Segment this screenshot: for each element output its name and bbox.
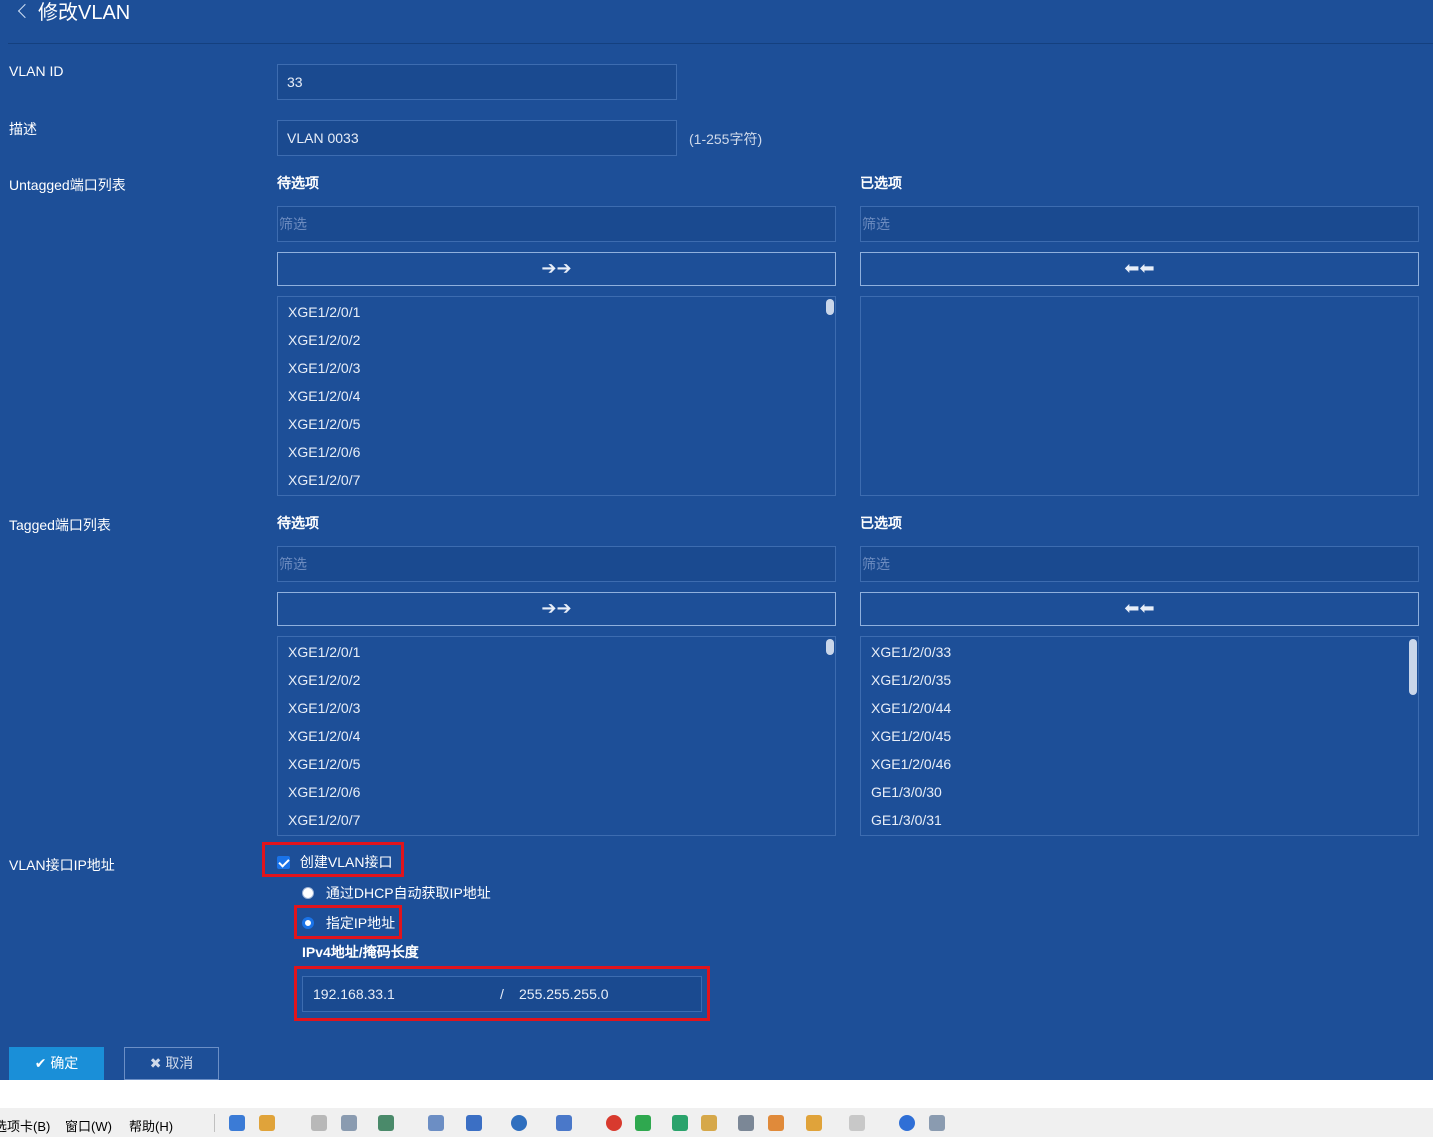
radio-unselected-icon[interactable]	[302, 887, 314, 899]
ip-address-input[interactable]: 192.168.33.1	[313, 977, 395, 1011]
add-folder-icon[interactable]	[806, 1115, 822, 1131]
scrollbar-thumb[interactable]	[1409, 639, 1417, 695]
list-item[interactable]: XGE1/2/0/35	[861, 666, 1418, 694]
header-divider	[8, 43, 1433, 44]
list-item[interactable]: GE1/3/0/31	[861, 806, 1418, 834]
list-item[interactable]: XGE1/2/0/7	[278, 806, 835, 834]
untagged-selected-filter[interactable]: 筛选	[860, 206, 1419, 242]
list-item[interactable]: XGE1/2/0/5	[278, 410, 835, 438]
static-ip-radio[interactable]: 指定IP地址	[302, 913, 395, 933]
untagged-available-header: 待选项	[277, 175, 319, 191]
description-hint: (1-255字符)	[689, 131, 763, 147]
tagged-move-right-button[interactable]: ➔➔	[277, 592, 836, 626]
pen-icon[interactable]	[768, 1115, 784, 1131]
wechat-icon[interactable]	[635, 1115, 651, 1131]
list-item[interactable]: GE1/3/0/30	[861, 778, 1418, 806]
untagged-move-right-button[interactable]: ➔➔	[277, 252, 836, 286]
grid-icon[interactable]	[849, 1115, 865, 1131]
lock-icon[interactable]	[701, 1115, 717, 1131]
close-icon: ✖	[149, 1055, 162, 1071]
list-item[interactable]: XGE1/2/0/3	[278, 694, 835, 722]
list-item[interactable]: XGE1/2/0/1	[278, 298, 835, 326]
search-icon[interactable]	[428, 1115, 444, 1131]
tagged-selected-filter[interactable]: 筛选	[860, 546, 1419, 582]
list-item[interactable]: XGE1/2/0/4	[278, 382, 835, 410]
link-icon[interactable]	[311, 1115, 327, 1131]
tagged-selected-list[interactable]: XGE1/2/0/33 XGE1/2/0/35 XGE1/2/0/44 XGE1…	[860, 636, 1419, 836]
menu-window[interactable]: 窗口(W)	[65, 1116, 112, 1135]
list-item[interactable]: XGE1/2/0/6	[278, 778, 835, 806]
back-chevron-icon[interactable]	[17, 3, 33, 19]
new-tab-icon[interactable]	[229, 1115, 245, 1131]
list-item[interactable]: XGE1/2/0/33	[861, 638, 1418, 666]
folder-icon[interactable]	[259, 1115, 275, 1131]
page-bottom-area	[0, 1080, 1433, 1108]
tagged-move-left-button[interactable]: ⬅⬅	[860, 592, 1419, 626]
cancel-button[interactable]: ✖ 取消	[124, 1047, 219, 1080]
share-icon[interactable]	[341, 1115, 357, 1131]
check-icon: ✔	[34, 1055, 47, 1071]
radio-selected-icon[interactable]	[302, 917, 314, 929]
vlan-id-label: VLAN ID	[9, 63, 64, 79]
page-title[interactable]: 修改VLAN	[14, 0, 130, 30]
untagged-selected-header: 已选项	[860, 175, 902, 191]
list-item[interactable]: XGE1/2/0/4	[278, 722, 835, 750]
list-item[interactable]: XGE1/2/0/44	[861, 694, 1418, 722]
list-item[interactable]: XGE1/2/0/45	[861, 722, 1418, 750]
fullscreen-icon[interactable]	[672, 1115, 688, 1131]
layout-icon[interactable]	[466, 1115, 482, 1131]
ipv4-label: IPv4地址/掩码长度	[302, 944, 419, 960]
menu-tabs[interactable]: 选项卡(B)	[0, 1116, 50, 1135]
vlan-if-label: VLAN接口IP地址	[9, 857, 115, 873]
font-icon[interactable]	[556, 1115, 572, 1131]
tagged-available-list[interactable]: XGE1/2/0/1 XGE1/2/0/2 XGE1/2/0/3 XGE1/2/…	[277, 636, 836, 836]
vlan-id-input[interactable]: 33	[277, 64, 677, 100]
dhcp-radio[interactable]: 通过DHCP自动获取IP地址	[302, 883, 491, 903]
list-item[interactable]: XGE1/2/0/1	[278, 638, 835, 666]
browser-toolbar: 选项卡(B) 窗口(W) 帮助(H)	[0, 1108, 1433, 1137]
tagged-label: Tagged端口列表	[9, 517, 111, 533]
untagged-move-left-button[interactable]: ⬅⬅	[860, 252, 1419, 286]
tagged-available-header: 待选项	[277, 515, 319, 531]
ok-button[interactable]: ✔ 确定	[9, 1047, 104, 1080]
menu-help[interactable]: 帮助(H)	[129, 1116, 173, 1135]
list-item[interactable]: XGE1/2/0/2	[278, 666, 835, 694]
ipv4-input-group: 192.168.33.1 / 255.255.255.0	[302, 976, 702, 1012]
untagged-available-list[interactable]: XGE1/2/0/1 XGE1/2/0/2 XGE1/2/0/3 XGE1/2/…	[277, 296, 836, 496]
scrollbar-thumb[interactable]	[826, 299, 834, 315]
list-item[interactable]: XGE1/2/0/3	[278, 354, 835, 382]
list-item[interactable]: XGE1/2/0/5	[278, 750, 835, 778]
description-input[interactable]: VLAN 0033	[277, 120, 677, 156]
list-item[interactable]: XGE1/2/0/46	[861, 750, 1418, 778]
untagged-available-filter[interactable]: 筛选	[277, 206, 836, 242]
ip-separator: /	[500, 986, 504, 1002]
create-vlan-if-checkbox[interactable]: 创建VLAN接口	[277, 852, 392, 872]
globe-icon[interactable]	[511, 1115, 527, 1131]
mask-input[interactable]: 255.255.255.0	[519, 977, 609, 1011]
list-item[interactable]: XGE1/2/0/2	[278, 326, 835, 354]
untagged-selected-list[interactable]	[860, 296, 1419, 496]
description-label: 描述	[9, 121, 37, 137]
tagged-available-filter[interactable]: 筛选	[277, 546, 836, 582]
help-icon[interactable]	[899, 1115, 915, 1131]
checkbox-checked-icon[interactable]	[277, 855, 290, 869]
toolbar-separator	[214, 1114, 215, 1132]
settings-icon[interactable]	[378, 1115, 394, 1131]
weibo-icon[interactable]	[606, 1115, 622, 1131]
keyboard-icon[interactable]	[738, 1115, 754, 1131]
list-item[interactable]: XGE1/2/0/7	[278, 466, 835, 494]
list-item[interactable]: XGE1/2/0/6	[278, 438, 835, 466]
scrollbar-thumb[interactable]	[826, 639, 834, 655]
chat-icon[interactable]	[929, 1115, 945, 1131]
untagged-label: Untagged端口列表	[9, 177, 126, 193]
tagged-selected-header: 已选项	[860, 515, 902, 531]
